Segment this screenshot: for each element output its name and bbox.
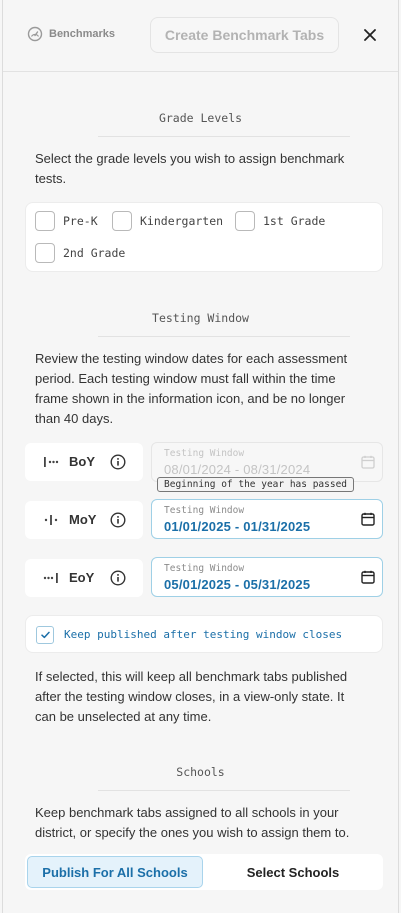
calendar-icon xyxy=(361,455,375,469)
testing-window-dates: 08/01/2024 - 08/31/2024 xyxy=(164,462,311,477)
testing-window-field-label: Testing Window xyxy=(164,505,245,516)
period-boy: BoY xyxy=(25,443,143,481)
schools-toggle: Publish For All Schools Select Schools xyxy=(25,854,383,890)
grade-option-pre-k[interactable]: Pre-K xyxy=(35,211,98,231)
section-divider xyxy=(98,136,350,137)
grade-checkbox[interactable] xyxy=(235,211,255,231)
grade-levels-title: Grade Levels xyxy=(158,111,243,125)
calendar-icon[interactable] xyxy=(361,512,375,526)
create-benchmark-tabs-button[interactable]: Create Benchmark Tabs xyxy=(150,17,339,53)
keep-published-label: Keep published after testing window clos… xyxy=(64,628,343,641)
period-passed-tooltip: Beginning of the year has passed xyxy=(157,477,355,492)
benchmark-panel: Benchmarks Create Benchmark Tabs Grade L… xyxy=(2,0,399,913)
testing-window-field-label: Testing Window xyxy=(164,448,245,459)
testing-window-field-moy[interactable]: Testing Window 01/01/2025 - 01/31/2025 xyxy=(151,499,383,539)
testing-window-dates: 01/01/2025 - 01/31/2025 xyxy=(164,519,311,534)
period-label: EoY xyxy=(69,570,95,585)
info-icon[interactable] xyxy=(110,454,126,470)
grade-option-label: Pre-K xyxy=(63,214,98,228)
testing-window-field-eoy[interactable]: Testing Window 05/01/2025 - 05/31/2025 xyxy=(151,557,383,597)
grade-option-1st-grade[interactable]: 1st Grade xyxy=(235,211,325,231)
keep-published-option[interactable]: Keep published after testing window clos… xyxy=(25,615,383,653)
checkmark-icon xyxy=(40,631,50,639)
benchmarks-label: Benchmarks xyxy=(49,28,116,40)
testing-window-title: Testing Window xyxy=(152,311,249,325)
period-moy: MoY xyxy=(25,501,143,539)
info-icon[interactable] xyxy=(110,512,126,528)
section-divider xyxy=(98,336,350,337)
calendar-icon[interactable] xyxy=(361,570,375,584)
period-label: BoY xyxy=(69,454,95,469)
info-icon[interactable] xyxy=(110,570,126,586)
testing-window-description: Review the testing window dates for each… xyxy=(35,351,348,426)
schools-title: Schools xyxy=(176,765,225,779)
grade-checkbox[interactable] xyxy=(35,243,55,263)
testing-window-dates: 05/01/2025 - 05/31/2025 xyxy=(164,577,311,592)
grade-checkbox[interactable] xyxy=(112,211,132,231)
grade-option-label: 2nd Grade xyxy=(63,246,126,260)
grade-levels-card: Pre-K Kindergarten 1st Grade 2nd Grade xyxy=(25,202,383,272)
keep-published-checkbox[interactable] xyxy=(36,626,54,644)
grade-option-2nd-grade[interactable]: 2nd Grade xyxy=(35,243,125,263)
publish-all-schools-option[interactable]: Publish For All Schools xyxy=(27,856,203,888)
benchmarks-brand: Benchmarks xyxy=(27,26,115,42)
close-icon[interactable] xyxy=(364,29,376,41)
close-button[interactable] xyxy=(361,26,379,44)
period-label: MoY xyxy=(69,512,97,527)
period-eoy: EoY xyxy=(25,559,143,597)
gauge-icon xyxy=(27,26,43,42)
grade-levels-description: Select the grade levels you wish to assi… xyxy=(35,151,345,186)
period-end-icon xyxy=(43,573,58,583)
period-middle-icon xyxy=(44,515,58,525)
select-schools-option[interactable]: Select Schools xyxy=(205,856,381,888)
grade-option-label: Kindergarten xyxy=(140,214,224,228)
period-start-icon xyxy=(44,457,59,467)
panel-header: Benchmarks Create Benchmark Tabs xyxy=(3,0,398,72)
grade-option-label: 1st Grade xyxy=(263,214,326,228)
testing-window-field-boy: Testing Window 08/01/2024 - 08/31/2024 xyxy=(151,442,383,482)
grade-option-kindergarten[interactable]: Kindergarten xyxy=(112,211,223,231)
schools-description: Keep benchmark tabs assigned to all scho… xyxy=(35,805,350,840)
keep-published-description: If selected, this will keep all benchmar… xyxy=(35,669,348,724)
testing-window-field-label: Testing Window xyxy=(164,563,245,574)
grade-checkbox[interactable] xyxy=(35,211,55,231)
section-divider xyxy=(98,790,350,791)
